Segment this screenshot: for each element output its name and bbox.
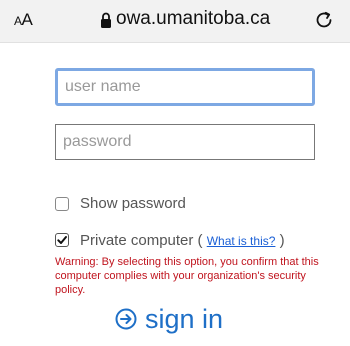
security-warning-text: Warning: By selecting this option, you c… <box>55 256 319 296</box>
text-size-button[interactable]: AA <box>14 10 33 30</box>
browser-address-bar: AA owa.umanitoba.ca <box>0 0 350 43</box>
checkmark-icon <box>57 236 67 244</box>
private-computer-text: Private computer ( <box>80 232 203 249</box>
private-computer-label: Private computer ( What is this? ) <box>80 232 285 249</box>
show-password-label: Show password <box>80 195 186 212</box>
private-computer-checkbox[interactable] <box>55 233 69 247</box>
reload-icon[interactable] <box>313 9 335 31</box>
lock-icon <box>101 12 111 28</box>
arrow-circle-right-icon <box>115 308 137 330</box>
url-text[interactable]: owa.umanitoba.ca <box>116 8 270 30</box>
username-field[interactable] <box>55 68 315 106</box>
text-size-large-glyph: A <box>21 10 33 29</box>
password-field[interactable] <box>55 124 315 160</box>
sign-in-button[interactable]: sign in <box>115 302 223 336</box>
show-password-checkbox[interactable] <box>55 197 69 211</box>
text-size-small-glyph: A <box>14 14 22 28</box>
page: AA owa.umanitoba.ca Show password Privat… <box>0 0 350 346</box>
what-is-this-link[interactable]: What is this? <box>207 234 276 248</box>
sign-in-label: sign in <box>145 303 224 334</box>
closing-paren: ) <box>279 232 285 249</box>
